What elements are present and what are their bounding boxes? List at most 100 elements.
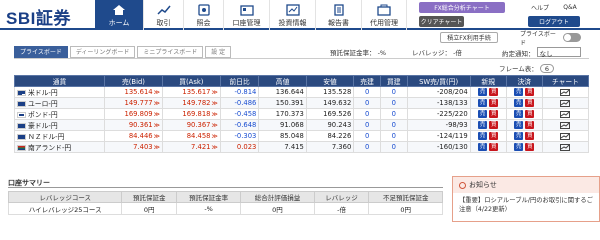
new-sell-button[interactable]: 売 [478,110,488,118]
nav-account-label: 口座管理 [232,19,261,27]
new-buy-button[interactable]: 買 [489,132,499,140]
col-chart: チャート [541,75,590,87]
ask-cell[interactable]: 90.367≫ [161,119,221,131]
tab-price-board[interactable]: プライスボード [14,46,68,58]
currency-cell: ＮＺドル-円 [14,130,105,142]
new-sell-button[interactable]: 売 [478,121,488,129]
close-order-cell: 売 買 [505,141,543,153]
table-row[interactable]: ポンド-円 169.809≫ 169.818≫ -0.458 170.373 1… [14,108,590,120]
bid-cell[interactable]: 90.361≫ [104,119,163,131]
table-row[interactable]: 南アランド-円 7.403≫ 7.421≫ 0.023 7.415 7.360 … [14,141,590,153]
col-high: 高値 [258,75,307,87]
close-buy-button[interactable]: 買 [525,132,535,140]
bid-value: 84.446 [128,132,153,140]
ask-cell[interactable]: 84.458≫ [161,130,221,142]
close-buy-button[interactable]: 買 [525,99,535,107]
bid-cell[interactable]: 169.809≫ [104,108,163,120]
currency-name: 南アランド-円 [28,144,72,152]
close-sell-button[interactable]: 売 [514,143,524,151]
tab-mini-board[interactable]: ミニプライスボード [137,46,204,58]
table-row[interactable]: 米ドル-円 135.614≫ 135.617≫ -0.814 136.644 1… [14,86,590,98]
bid-cell[interactable]: 135.614≫ [104,86,163,98]
chart-cell [541,141,590,153]
bid-cell[interactable]: 149.777≫ [104,97,163,109]
fx-tools-button[interactable]: 積立FX利用手続 [440,32,498,43]
tab-settings[interactable]: 設 定 [205,46,232,58]
order-notify: 約定通知： なし [502,47,581,58]
chart-cell [541,97,590,109]
summary-col-shortfall: 不足預託保証金 [368,191,443,203]
change-cell: -0.486 [219,97,260,109]
order-notify-select[interactable]: なし [536,47,581,58]
ask-cell[interactable]: 169.818≫ [161,108,221,120]
close-buy-button[interactable]: 買 [525,121,535,129]
new-sell-button[interactable]: 売 [478,88,488,96]
col-sell-pos: 売建 [353,75,381,87]
close-buy-button[interactable]: 買 [525,110,535,118]
table-row[interactable]: ユーロ-円 149.777≫ 149.782≫ -0.486 150.391 1… [14,97,590,109]
summary-rate: -% [176,202,242,215]
summary-course: ハイレバレッジ25コース [7,202,123,215]
new-buy-button[interactable]: 買 [489,121,499,129]
sell-pos-cell: 0 [353,86,381,98]
new-sell-button[interactable]: 売 [478,99,488,107]
nav-trade[interactable]: 取引 [143,0,183,30]
new-sell-button[interactable]: 売 [478,132,488,140]
new-buy-button[interactable]: 買 [489,110,499,118]
bid-cell[interactable]: 7.403≫ [104,141,163,153]
nav-info[interactable]: 投資情報 [269,0,315,30]
close-sell-button[interactable]: 売 [514,121,524,129]
chart-icon[interactable] [560,110,571,118]
bid-value: 149.777 [124,99,153,107]
private-toggle[interactable] [563,33,581,42]
chart-icon[interactable] [560,121,571,129]
currency-cell: ユーロ-円 [14,97,105,109]
close-sell-button[interactable]: 売 [514,88,524,96]
new-sell-button[interactable]: 売 [478,143,488,151]
nav-report[interactable]: 報告書 [315,0,361,30]
leverage-label: レバレッジ： [412,49,451,57]
news-link[interactable]: 【重要】ロシアルーブル/円のお取引に関するご注意（4/22更新） [453,193,599,217]
summary-pl: 0円 [240,202,315,215]
nav-collateral[interactable]: 代用管理 [361,0,407,30]
chart-icon[interactable] [560,132,571,140]
tab-dealing-board[interactable]: ディーリングボード [69,46,136,58]
help-link[interactable]: ヘルプ [528,2,552,13]
new-buy-button[interactable]: 買 [489,88,499,96]
col-new: 新規 [469,75,507,87]
close-buy-button[interactable]: 買 [525,143,535,151]
chart-icon[interactable] [560,99,571,107]
trend-arrow-icon: ≫ [211,111,218,118]
nav-home[interactable]: ホーム [95,0,143,30]
fx-chart-button[interactable]: FX総合分析チャート [419,2,505,13]
close-sell-button[interactable]: 売 [514,132,524,140]
bid-cell[interactable]: 84.446≫ [104,130,163,142]
table-row[interactable]: ＮＺドル-円 84.446≫ 84.458≫ -0.303 85.048 84.… [14,130,590,142]
ask-cell[interactable]: 135.617≫ [161,86,221,98]
buy-pos-cell: 0 [379,141,408,153]
close-sell-button[interactable]: 売 [514,99,524,107]
sell-pos-cell: 0 [353,130,381,142]
close-sell-button[interactable]: 売 [514,110,524,118]
new-buy-button[interactable]: 買 [489,143,499,151]
close-buy-button[interactable]: 買 [525,88,535,96]
table-row[interactable]: 豪ドル-円 90.361≫ 90.367≫ -0.648 91.068 90.2… [14,119,590,131]
change-cell: 0.023 [219,141,260,153]
nav-inquiry[interactable]: 照会 [183,0,223,30]
ask-cell[interactable]: 7.421≫ [161,141,221,153]
chart-icon[interactable] [560,143,571,151]
close-order-cell: 売 買 [505,130,543,142]
chart-icon[interactable] [560,88,571,96]
qa-link[interactable]: Q&A [558,2,582,13]
quick-chart-button[interactable]: クリアチャート [419,16,464,27]
swap-cell: -208/204 [406,86,471,98]
frame-value[interactable]: 6 [539,64,554,73]
nav-info-label: 投資情報 [278,19,307,27]
new-buy-button[interactable]: 買 [489,99,499,107]
table-header-row: 通貨 売(Bid) 買(Ask) 前日比 高値 安値 売建 買建 SW売/買(円… [14,75,590,87]
ask-cell[interactable]: 149.782≫ [161,97,221,109]
change-cell: -0.458 [219,108,260,120]
nav-account[interactable]: 口座管理 [223,0,269,30]
logout-button[interactable]: ログアウト [528,16,580,27]
trend-arrow-icon: ≫ [211,122,218,129]
